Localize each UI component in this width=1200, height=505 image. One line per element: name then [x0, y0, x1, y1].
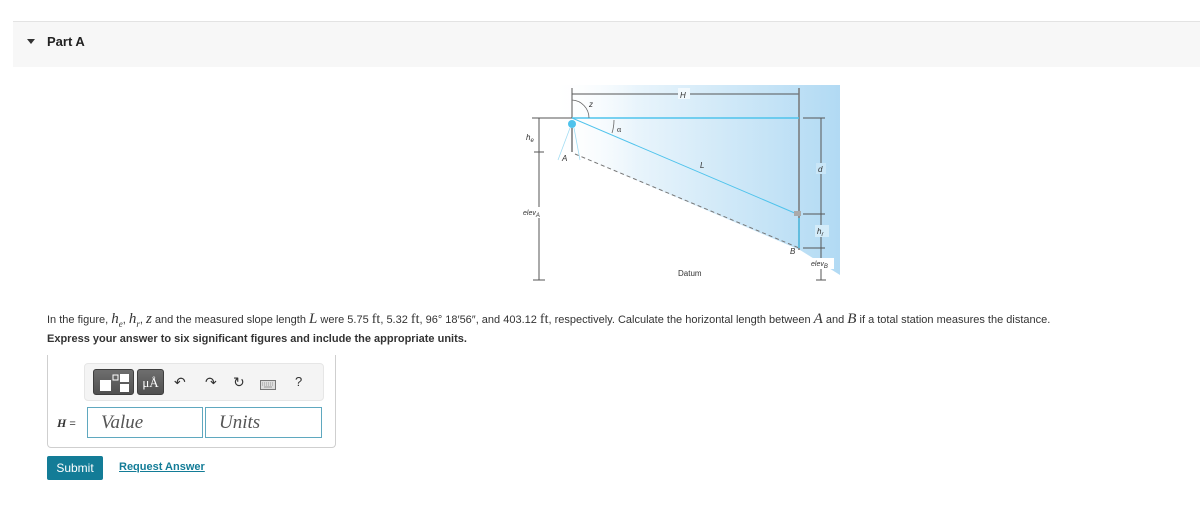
help-icon[interactable]: ?	[295, 373, 302, 391]
question-segment: , 96° 18′56″, and 403.12	[419, 314, 540, 326]
B-label: B	[790, 247, 796, 256]
datum-label: Datum	[678, 269, 702, 278]
question-segment: In the figure,	[47, 314, 112, 326]
question-segment: , 5.32	[380, 314, 411, 326]
total-station-figure: H z α A he elevA B d hr elevB Datum L	[522, 85, 840, 281]
hr-symbol: hr	[128, 311, 140, 329]
part-title: Part A	[47, 34, 85, 49]
question-segment: if a total station measures the distance…	[856, 314, 1051, 326]
question-segment: and the measured slope length	[151, 314, 309, 326]
question-segment: and	[822, 314, 848, 326]
H-label: H	[680, 91, 686, 100]
submit-button[interactable]: Submit	[47, 456, 103, 480]
templates-button[interactable]	[93, 369, 134, 395]
total-station-icon	[568, 120, 576, 128]
A-symbol: A	[813, 311, 823, 327]
he-symbol: he	[111, 311, 123, 329]
L-label: L	[700, 161, 704, 170]
collapse-caret-icon[interactable]	[27, 39, 35, 44]
question-segment: , respectively. Calculate the horizontal…	[548, 314, 814, 326]
units-input[interactable]: Units	[205, 407, 322, 438]
reset-icon[interactable]: ↻	[233, 373, 245, 391]
keyboard-icon[interactable]	[260, 376, 276, 394]
undo-icon[interactable]: ↶	[174, 373, 186, 391]
math-toolbar: μÅ ↶ ↷ ↻ ?	[84, 363, 324, 401]
question-text: In the figure, he, hr, z and the measure…	[47, 311, 1050, 329]
A-label: A	[561, 154, 567, 163]
he-label: he	[526, 133, 534, 144]
prism-icon	[794, 211, 801, 216]
templates-icon	[100, 374, 129, 392]
units-button[interactable]: μÅ	[137, 369, 164, 395]
redo-icon[interactable]: ↷	[205, 373, 217, 391]
answer-variable-label: H =	[57, 416, 76, 430]
z-label: z	[588, 100, 593, 109]
value-input[interactable]: Value	[87, 407, 203, 438]
part-a-header[interactable]: Part A	[13, 21, 1200, 67]
instruction-text: Express your answer to six significant f…	[47, 333, 467, 345]
question-segment: were 5.75	[317, 314, 372, 326]
d-label: d	[818, 165, 823, 174]
request-answer-link[interactable]: Request Answer	[119, 461, 205, 473]
